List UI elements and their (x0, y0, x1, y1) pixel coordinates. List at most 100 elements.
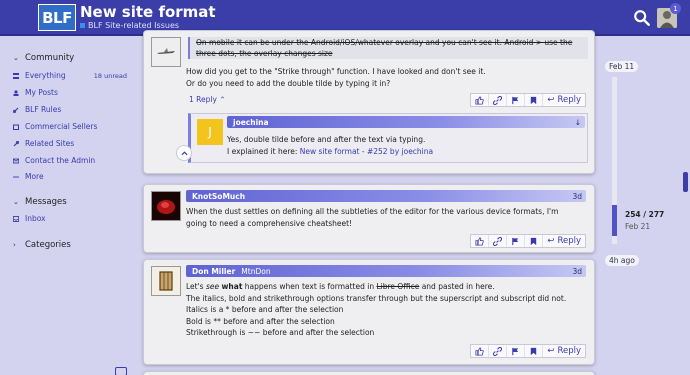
sidebar-item-label: Inbox (25, 214, 46, 223)
sidebar-section-categories[interactable]: › Categories (13, 240, 71, 250)
post-line: Italics is a * before and after the sele… (186, 305, 344, 314)
reply-label: Reply (557, 236, 581, 246)
timeline-end-date[interactable]: 4h ago (605, 255, 639, 266)
post-author-bar: KnotSoMuch 3d (186, 190, 586, 202)
layers-icon (13, 72, 19, 79)
lantern-avatar-icon (152, 267, 180, 295)
timeline-position-date: Feb 21 (625, 222, 651, 231)
timeline-start-date[interactable]: Feb 11 (605, 61, 639, 72)
flag-icon (512, 96, 519, 104)
sidebar: ⌄ Community Everything 18 unread My Post… (0, 38, 138, 375)
flag-button[interactable] (507, 94, 526, 106)
page-scrollbar[interactable] (683, 172, 688, 192)
sidebar-section-messages[interactable]: ⌄ Messages (13, 197, 67, 207)
replies-toggle[interactable]: 1 Reply ⌃ (189, 95, 226, 104)
topic-title[interactable]: New site format (80, 3, 216, 21)
category-badge[interactable]: BLF Site-related Issues (80, 21, 179, 30)
link-icon (493, 346, 503, 356)
timeline-handle[interactable] (612, 205, 617, 236)
topic-timeline: Feb 11 254 / 277 Feb 21 4h ago (600, 36, 690, 375)
sidebar-item-label: Contact the Admin (25, 156, 96, 165)
mail-icon (13, 158, 19, 163)
post-date[interactable]: 3d (572, 192, 582, 201)
reply-line: Yes, double tilde before and after the t… (227, 135, 426, 144)
bookmark-icon (531, 96, 537, 104)
reply-label: Reply (557, 95, 581, 105)
sidebar-item-related-sites[interactable]: Related Sites (13, 139, 133, 148)
bookmark-button[interactable] (525, 94, 544, 106)
post-line: Let's see what happens when text is form… (186, 282, 495, 291)
unread-count: 18 unread (93, 71, 127, 80)
reply-link[interactable]: New site format - #252 by joechina (300, 147, 433, 156)
reply-button[interactable]: ↩ Reply (543, 95, 585, 105)
sidebar-item-label: More (25, 172, 44, 181)
post-line: The italics, bold and strikethrough opti… (186, 293, 567, 303)
sidebar-item-label: Everything (25, 71, 66, 80)
copy-link-button[interactable] (489, 345, 508, 357)
user-icon (13, 89, 19, 96)
link-icon (493, 95, 503, 105)
sidebar-item-blf-rules[interactable]: BLF Rules (13, 105, 133, 114)
reply-label: Reply (557, 346, 581, 356)
like-button[interactable] (471, 235, 490, 247)
quote-line: three dots, the overlay changes size (196, 49, 333, 58)
reply-button[interactable]: ↩ Reply (543, 236, 585, 246)
timeline-position: 254 / 277 (625, 210, 665, 219)
post-body: How did you get to the "Strike through" … (186, 66, 591, 89)
post-line: Strikethrough is ~~ before and after the… (186, 328, 375, 337)
bookmark-button[interactable] (525, 235, 544, 247)
reply-button[interactable]: ↩ Reply (543, 346, 585, 356)
post-avatar[interactable] (151, 37, 181, 67)
sidebar-item-more[interactable]: More (13, 172, 133, 181)
sidebar-item-commercial-sellers[interactable]: Commercial Sellers (13, 122, 133, 131)
bookmark-button[interactable] (525, 345, 544, 357)
flag-button[interactable] (507, 235, 526, 247)
post-author[interactable]: KnotSoMuch (192, 192, 245, 201)
more-icon (13, 175, 19, 178)
post-line: Bold is ** before and after the selectio… (186, 316, 335, 326)
post-body: Let's see what happens when text is form… (186, 281, 591, 339)
sidebar-item-label: BLF Rules (25, 105, 62, 114)
collapse-replies-button[interactable] (176, 145, 192, 161)
post-line: going to need a comprehensive cheatsheet… (186, 218, 353, 228)
like-button[interactable] (471, 345, 490, 357)
post-date[interactable]: 3d (572, 267, 582, 276)
sidebar-item-my-posts[interactable]: My Posts (13, 88, 133, 97)
replies-label: 1 Reply (189, 95, 217, 104)
post-actions: ↩ Reply (470, 93, 586, 107)
sidebar-item-everything[interactable]: Everything 18 unread (13, 71, 133, 80)
post-body: When the dust settles on defining all th… (186, 206, 591, 229)
bookmark-icon (531, 237, 537, 245)
flag-icon (512, 237, 519, 245)
sidebar-item-contact-admin[interactable]: Contact the Admin (13, 156, 133, 165)
category-label: BLF Site-related Issues (88, 21, 180, 30)
post-username[interactable]: MtnDon (241, 267, 270, 276)
reply-author[interactable]: joechina (233, 118, 269, 127)
sidebar-section-community[interactable]: ⌄ Community (13, 53, 74, 63)
chevron-down-icon: ⌄ (13, 198, 19, 206)
copy-link-button[interactable] (489, 235, 508, 247)
site-logo[interactable]: BLF (38, 4, 76, 31)
post (143, 371, 595, 375)
copy-link-button[interactable] (489, 94, 508, 106)
notification-badge[interactable]: 1 (670, 3, 681, 14)
chevron-right-icon: › (13, 241, 16, 249)
reply-avatar[interactable]: J (197, 119, 223, 145)
flag-icon (512, 347, 519, 355)
post-avatar[interactable] (151, 191, 181, 221)
like-button[interactable] (471, 94, 490, 106)
airplane-avatar-icon (152, 38, 180, 66)
post-line: When the dust settles on defining all th… (186, 207, 559, 216)
post-author[interactable]: Don Miller (192, 267, 235, 276)
search-icon[interactable] (633, 9, 651, 27)
arrow-down-icon[interactable]: ↓ (575, 118, 581, 127)
sidebar-toggle-button[interactable] (115, 367, 127, 375)
flag-button[interactable] (507, 345, 526, 357)
sidebar-item-inbox[interactable]: Inbox (13, 214, 133, 223)
thumbs-up-icon (475, 346, 485, 356)
post-author-bar: Don Miller MtnDon 3d (186, 265, 586, 277)
post-avatar[interactable] (151, 266, 181, 296)
link-icon (493, 236, 503, 246)
nested-reply: J joechina ↓ Yes, double tilde before an… (188, 113, 588, 163)
reply-arrow-icon: ↩ (547, 236, 555, 246)
